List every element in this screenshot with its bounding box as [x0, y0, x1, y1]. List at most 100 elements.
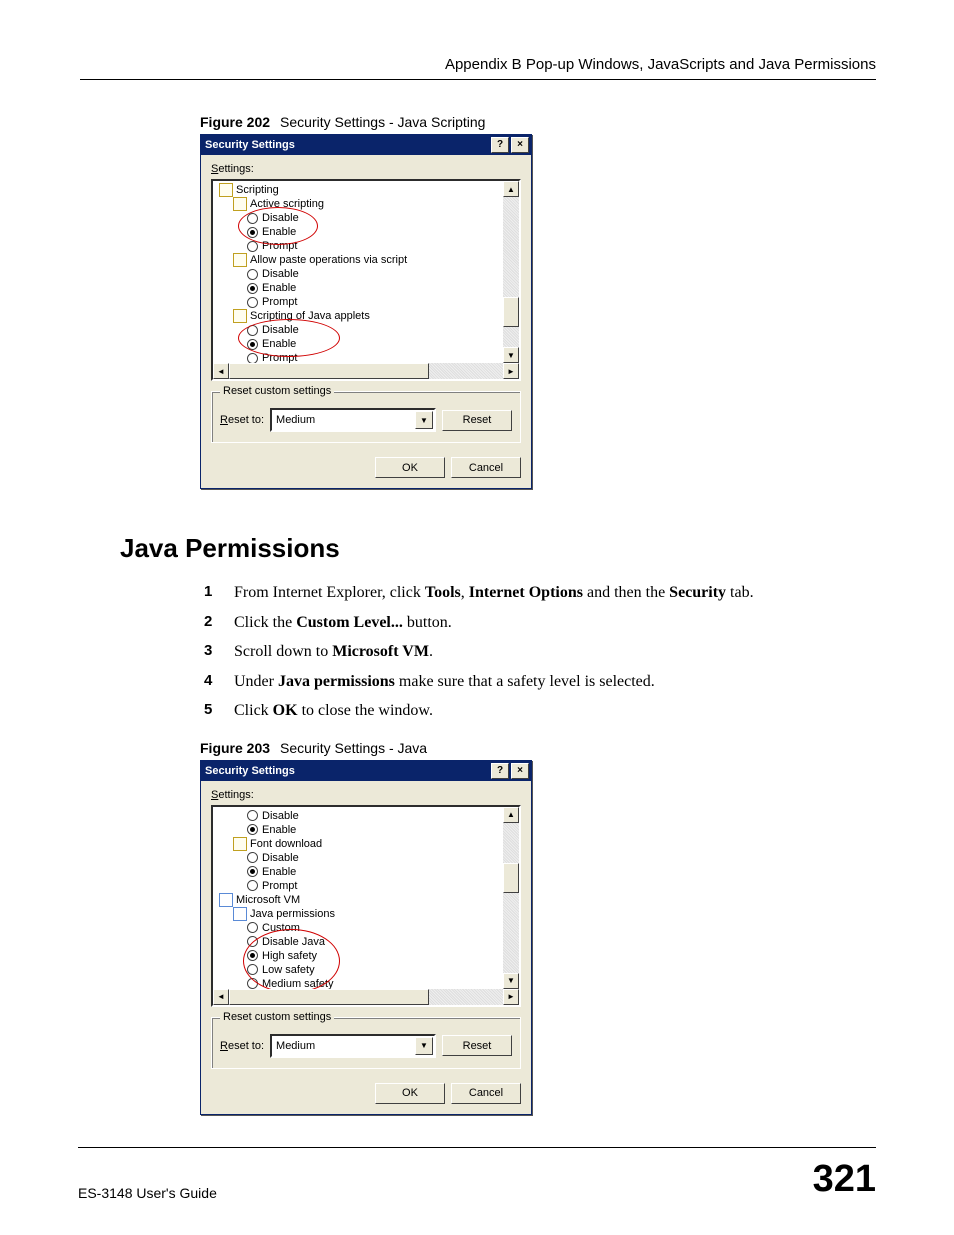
scroll-icon [233, 197, 247, 211]
steps-list: From Internet Explorer, click Tools, Int… [230, 582, 876, 722]
vm-icon [233, 907, 247, 921]
horizontal-scrollbar[interactable]: ◄ ► [213, 989, 519, 1005]
security-settings-dialog-202: Security Settings ? × Settings: Scriptin… [200, 134, 532, 489]
window-title: Security Settings [205, 139, 489, 151]
reset-to-combo[interactable]: Medium ▼ [270, 1034, 436, 1058]
footer-guide: ES-3148 User's Guide [78, 1185, 217, 1201]
opt-high: High safety [262, 949, 317, 963]
scroll-up-icon[interactable]: ▲ [503, 807, 519, 823]
figure-203-title: Security Settings - Java [280, 740, 427, 756]
ok-button[interactable]: OK [375, 457, 445, 478]
close-button[interactable]: × [511, 137, 529, 153]
step-4: Under Java permissions make sure that a … [230, 671, 876, 693]
opt-enable: Enable [262, 337, 296, 351]
settings-label: Settings: [211, 789, 521, 801]
step-3: Scroll down to Microsoft VM. [230, 641, 876, 663]
titlebar[interactable]: Security Settings ? × [201, 135, 531, 155]
radio-enable[interactable] [247, 283, 258, 294]
reset-to-label: Reset to: [220, 414, 264, 426]
titlebar[interactable]: Security Settings ? × [201, 761, 531, 781]
radio-disable-java[interactable] [247, 936, 258, 947]
page-footer: ES-3148 User's Guide 321 [78, 1147, 876, 1201]
radio-enable[interactable] [247, 866, 258, 877]
close-button[interactable]: × [511, 763, 529, 779]
reset-to-combo[interactable]: Medium ▼ [270, 408, 436, 432]
radio-custom[interactable] [247, 922, 258, 933]
radio-disable[interactable] [247, 269, 258, 280]
opt-custom: Custom [262, 921, 300, 935]
vm-icon [219, 893, 233, 907]
opt-enable: Enable [262, 865, 296, 879]
radio-enable[interactable] [247, 227, 258, 238]
settings-tree[interactable]: Disable Enable Font download Disable Ena… [211, 805, 521, 1007]
settings-tree[interactable]: Scripting Active scripting Disable Enabl… [211, 179, 521, 381]
opt-disable-java: Disable Java [262, 935, 325, 949]
scroll-down-icon[interactable]: ▼ [503, 347, 519, 363]
radio-disable[interactable] [247, 325, 258, 336]
node-font-download: Font download [250, 837, 322, 851]
radio-prompt[interactable] [247, 880, 258, 891]
horizontal-scrollbar[interactable]: ◄ ► [213, 363, 519, 379]
reset-button[interactable]: Reset [442, 1035, 512, 1056]
step-2: Click the Custom Level... button. [230, 612, 876, 634]
node-scripting: Scripting [236, 183, 279, 197]
figure-203-label: Figure 203 [200, 740, 270, 756]
help-button[interactable]: ? [491, 763, 509, 779]
opt-prompt: Prompt [262, 295, 297, 309]
radio-prompt[interactable] [247, 297, 258, 308]
scroll-up-icon[interactable]: ▲ [503, 181, 519, 197]
running-header: Appendix B Pop-up Windows, JavaScripts a… [80, 56, 876, 80]
chevron-down-icon[interactable]: ▼ [415, 1037, 433, 1055]
step-1: From Internet Explorer, click Tools, Int… [230, 582, 876, 604]
opt-low: Low safety [262, 963, 315, 977]
opt-prompt: Prompt [262, 879, 297, 893]
node-active-scripting: Active scripting [250, 197, 324, 211]
reset-button[interactable]: Reset [442, 410, 512, 431]
opt-disable: Disable [262, 851, 299, 865]
radio-enable[interactable] [247, 824, 258, 835]
scroll-icon [233, 309, 247, 323]
scroll-left-icon[interactable]: ◄ [213, 989, 229, 1005]
node-java-permissions: Java permissions [250, 907, 335, 921]
radio-enable[interactable] [247, 339, 258, 350]
figure-202-label: Figure 202 [200, 114, 270, 130]
radio-disable[interactable] [247, 810, 258, 821]
reset-to-label: Reset to: [220, 1040, 264, 1052]
reset-groupbox: Reset custom settings Reset to: Medium ▼… [211, 391, 521, 443]
scroll-right-icon[interactable]: ► [503, 989, 519, 1005]
help-button[interactable]: ? [491, 137, 509, 153]
scroll-left-icon[interactable]: ◄ [213, 363, 229, 379]
radio-disable[interactable] [247, 213, 258, 224]
radio-disable[interactable] [247, 852, 258, 863]
reset-groupbox: Reset custom settings Reset to: Medium ▼… [211, 1017, 521, 1069]
scroll-down-icon[interactable]: ▼ [503, 973, 519, 989]
chevron-down-icon[interactable]: ▼ [415, 411, 433, 429]
opt-prompt: Prompt [262, 239, 297, 253]
opt-enable: Enable [262, 823, 296, 837]
ok-button[interactable]: OK [375, 1083, 445, 1104]
radio-high-safety[interactable] [247, 950, 258, 961]
radio-prompt[interactable] [247, 353, 258, 364]
node-microsoft-vm: Microsoft VM [236, 893, 300, 907]
section-heading: Java Permissions [120, 533, 876, 564]
page-number: 321 [813, 1158, 876, 1201]
opt-disable: Disable [262, 267, 299, 281]
node-allow-paste: Allow paste operations via script [250, 253, 407, 267]
cancel-button[interactable]: Cancel [451, 457, 521, 478]
radio-medium-safety[interactable] [247, 978, 258, 989]
opt-enable: Enable [262, 225, 296, 239]
reset-to-value: Medium [276, 414, 315, 426]
scroll-icon [233, 837, 247, 851]
settings-label: Settings: [211, 163, 521, 175]
cancel-button[interactable]: Cancel [451, 1083, 521, 1104]
opt-enable: Enable [262, 281, 296, 295]
opt-disable: Disable [262, 323, 299, 337]
scroll-icon [233, 253, 247, 267]
node-scripting-java-applets: Scripting of Java applets [250, 309, 370, 323]
scroll-right-icon[interactable]: ► [503, 363, 519, 379]
vertical-scrollbar[interactable]: ▲ ▼ [503, 181, 519, 363]
radio-low-safety[interactable] [247, 964, 258, 975]
radio-prompt[interactable] [247, 241, 258, 252]
figure-202-caption: Figure 202Security Settings - Java Scrip… [200, 114, 876, 130]
vertical-scrollbar[interactable]: ▲ ▼ [503, 807, 519, 989]
